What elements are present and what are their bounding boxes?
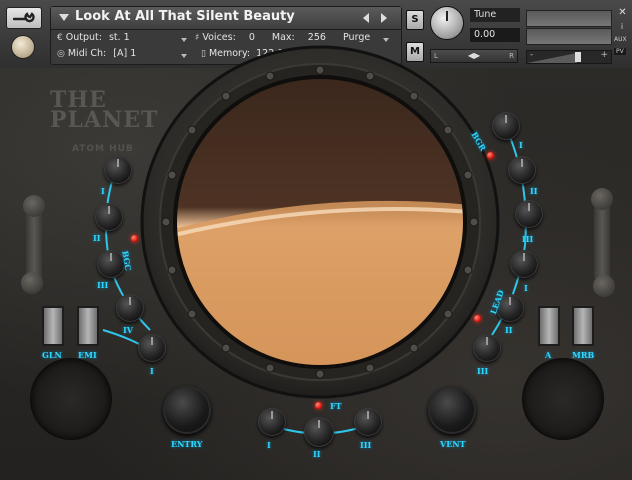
ft-knob-3[interactable] xyxy=(354,408,382,436)
bgr-label-2: II xyxy=(530,186,538,196)
lead-label-3: III xyxy=(477,366,489,376)
lead-led xyxy=(474,315,481,322)
bgr-knob-3[interactable] xyxy=(515,200,543,228)
entry-label: ENTRY xyxy=(171,439,203,449)
right-speaker-grille xyxy=(522,358,604,440)
bgc-label-3: III xyxy=(97,280,109,290)
left-lever-knob[interactable] xyxy=(23,195,45,217)
right-lever-base xyxy=(593,275,615,297)
ft-knob-2[interactable] xyxy=(304,417,334,447)
left-speaker-grille xyxy=(30,358,112,440)
ft-led xyxy=(315,402,322,409)
a-label: A xyxy=(545,350,552,360)
vent-knob[interactable] xyxy=(428,386,476,434)
bgc-label-1: I xyxy=(101,186,105,196)
lead-knob-1[interactable] xyxy=(510,250,538,278)
bgc-knob-1[interactable] xyxy=(104,156,132,184)
ft-label-1: I xyxy=(267,440,271,450)
gln-switch[interactable] xyxy=(42,306,64,346)
lead-label-2: II xyxy=(505,325,513,335)
ft-label-2: II xyxy=(313,449,321,459)
bgc-knob-5[interactable] xyxy=(138,334,166,362)
bgr-knob-1[interactable] xyxy=(492,112,520,140)
ft-tag: FT xyxy=(330,401,342,411)
bgr-label-1: I xyxy=(519,140,523,150)
vent-label: VENT xyxy=(440,439,466,449)
ft-label-3: III xyxy=(360,440,372,450)
mrb-switch[interactable] xyxy=(572,306,594,346)
bgr-led xyxy=(487,152,494,159)
bgr-label-3: III xyxy=(522,234,534,244)
bgc-label-5: I xyxy=(150,366,154,376)
bgc-led xyxy=(131,235,138,242)
bgc-label-4: IV xyxy=(123,325,133,335)
ft-knob-1[interactable] xyxy=(258,408,286,436)
lead-knob-3[interactable] xyxy=(473,334,501,362)
a-switch[interactable] xyxy=(538,306,560,346)
emi-switch[interactable] xyxy=(77,306,99,346)
bgr-knob-2[interactable] xyxy=(508,156,536,184)
lead-label-1: I xyxy=(524,283,528,293)
gln-label: GLN xyxy=(42,350,62,360)
entry-knob[interactable] xyxy=(163,386,211,434)
bgc-label-2: II xyxy=(93,233,101,243)
bgc-knob-2[interactable] xyxy=(95,203,123,231)
bgc-knob-4[interactable] xyxy=(116,294,144,322)
mrb-label: MRB xyxy=(572,350,595,360)
right-lever-knob[interactable] xyxy=(591,188,613,210)
right-lever[interactable] xyxy=(594,200,610,280)
left-lever-base xyxy=(21,272,43,294)
